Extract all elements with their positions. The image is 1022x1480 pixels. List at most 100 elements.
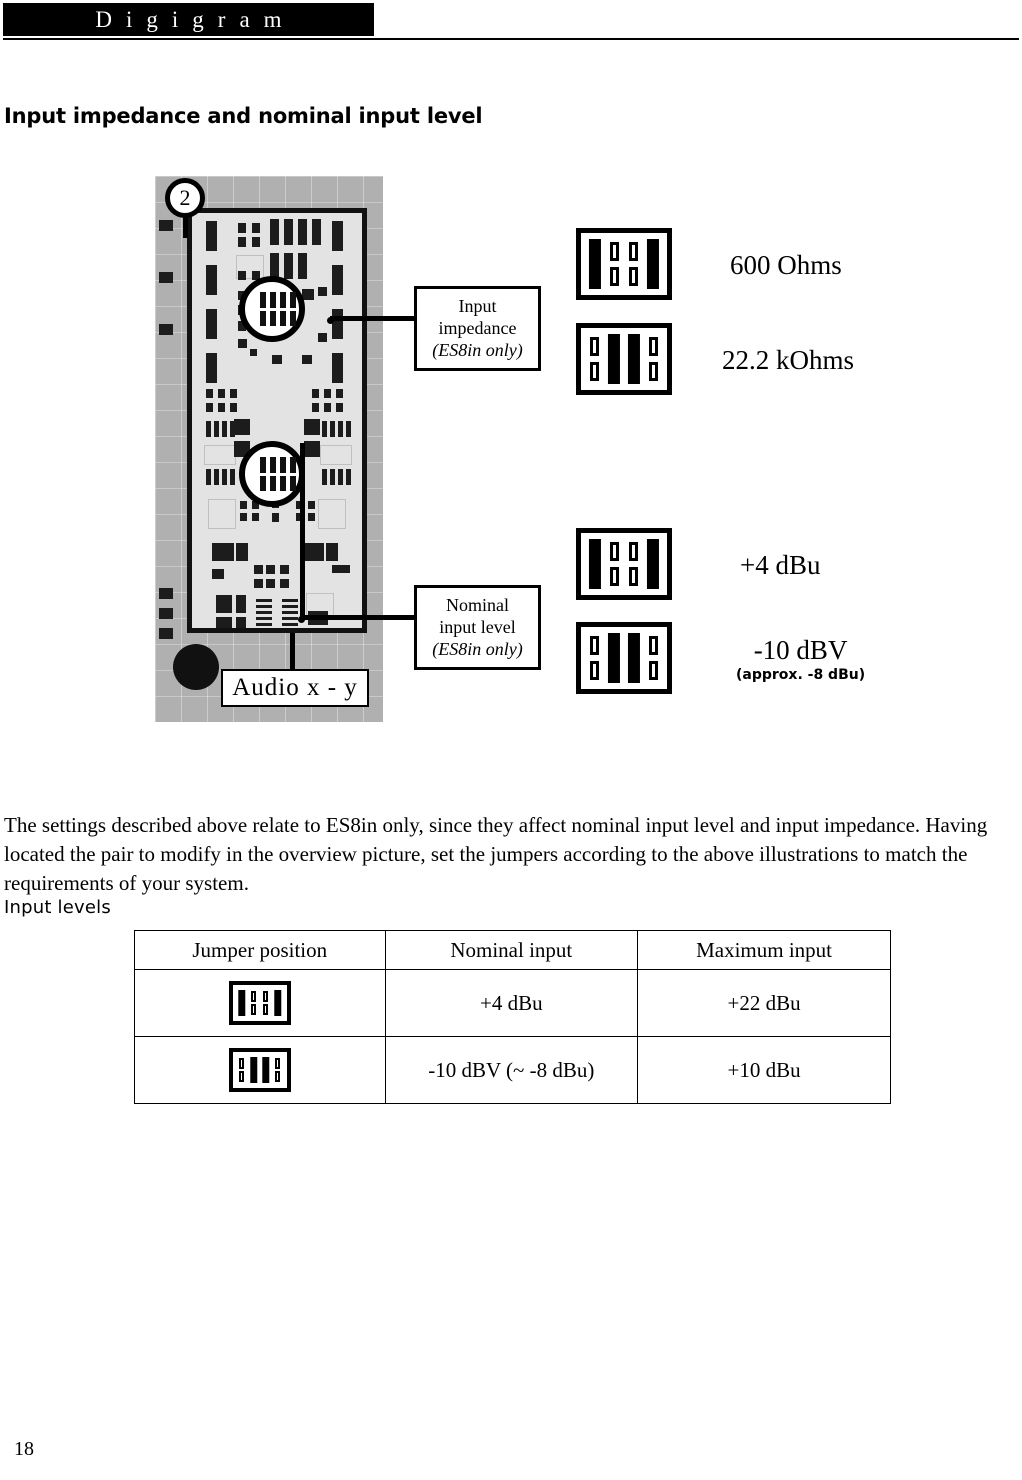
jumper-icon-grid	[585, 237, 663, 291]
jumper-option-value: 22.2 kOhms	[722, 345, 855, 375]
jumper-option-value: +4 dBu	[740, 550, 821, 580]
pcb-edge-component	[159, 324, 173, 335]
table-row: -10 dBV (~ -8 dBu) +10 dBu	[134, 1036, 891, 1104]
jumper-icon-grid	[585, 332, 663, 386]
jumper-option-value: -10 dBV	[753, 635, 848, 665]
jumper-icon-22-2-kohms	[576, 323, 672, 395]
callout-badge-2: 2	[165, 178, 205, 218]
jumper-col-4	[272, 988, 284, 1018]
leader-dot-impedance	[327, 317, 334, 324]
jumper-icon-600-ohms	[576, 228, 672, 300]
pcb-edge-component	[159, 272, 173, 283]
table-row: +4 dBu +22 dBu	[134, 969, 891, 1037]
column-header-nominal-input: Nominal input	[384, 930, 639, 970]
jumper-col-2	[605, 537, 625, 591]
callout-label-line3: (ES8in only)	[432, 639, 523, 659]
table-body: +4 dBu +22 dBu -10 dBV (~ -8 dBu) +10 dB…	[134, 969, 891, 1104]
callout-label-line2: input level	[439, 617, 516, 637]
subsection-heading-input-levels: Input levels	[4, 897, 111, 918]
body-paragraph: The settings described above relate to E…	[4, 813, 988, 895]
jumper-icon-minus-10-dbv	[576, 622, 672, 694]
callout-label-line1: Nominal	[446, 595, 509, 615]
jumper-option-label-plus-4-dbu: +4 dBu	[740, 550, 821, 581]
jumper-icon-grid	[585, 631, 663, 685]
brand-logo: Digigram	[3, 3, 374, 36]
pcb-edge-component	[159, 628, 173, 639]
jumper-col-1	[236, 988, 248, 1018]
jumper-col-4	[644, 537, 664, 591]
jumper-col-2	[605, 631, 625, 685]
jumper-icon-grid	[236, 1055, 284, 1085]
header-divider	[3, 38, 1019, 40]
page-number: 18	[14, 1438, 34, 1460]
cell-nominal-input: -10 dBV (~ -8 dBu)	[384, 1036, 639, 1104]
cell-maximum-input: +22 dBu	[637, 969, 891, 1037]
pcb-components	[192, 213, 362, 628]
jumper-col-4	[644, 332, 664, 386]
leader-dot-nominal	[298, 616, 305, 623]
pcb-edge-component	[159, 220, 173, 231]
jumper-highlight-nominal-level[interactable]	[239, 441, 305, 507]
jumper-option-label-22-2-kohms: 22.2 kOhms	[722, 345, 854, 376]
jumper-icon-grid	[585, 537, 663, 591]
jumper-col-2	[605, 332, 625, 386]
table-header: Jumper position Nominal input Maximum in…	[134, 930, 891, 970]
jumper-col-2	[248, 988, 260, 1018]
callout-label-nominal-input-level: Nominal input level (ES8in only)	[414, 585, 541, 670]
jumper-col-1	[585, 631, 605, 685]
jumper-option-note: (approx. -8 dBu)	[736, 667, 866, 683]
leader-line-impedance	[330, 316, 416, 321]
page-title: Input impedance and nominal input level	[4, 104, 483, 128]
jumper-option-value: 600 Ohms	[730, 250, 842, 280]
jumper-col-3	[624, 237, 644, 291]
jumper-col-3	[624, 332, 644, 386]
jumper-col-1	[236, 1055, 248, 1085]
callout-label-input-impedance: Input impedance (ES8in only)	[414, 286, 541, 371]
jumper-col-3	[260, 988, 272, 1018]
jumper-icon-grid	[236, 988, 284, 1018]
jumper-col-4	[272, 1055, 284, 1085]
jumper-col-1	[585, 537, 605, 591]
jumper-icon-plus-4-dbu-table	[228, 981, 291, 1025]
jumper-highlight-input-impedance[interactable]	[239, 276, 305, 342]
jumper-col-2	[248, 1055, 260, 1085]
pcb-board	[187, 208, 367, 633]
jumper-icon-wrap	[136, 981, 384, 1025]
jumper-option-label-600-ohms: 600 Ohms	[730, 250, 842, 281]
table-header-row: Jumper position Nominal input Maximum in…	[134, 930, 891, 970]
page-header: Digigram	[0, 0, 1022, 44]
cell-maximum-input: +10 dBu	[637, 1036, 891, 1104]
column-header-maximum-input: Maximum input	[637, 930, 891, 970]
jumper-col-1	[585, 332, 605, 386]
pcb-illustration: 2 Audio x - y	[155, 176, 383, 722]
jumper-col-2	[605, 237, 625, 291]
leader-line-nominal-vertical	[300, 443, 305, 618]
jumper-col-3	[260, 1055, 272, 1085]
jumper-pins	[254, 457, 302, 491]
pcb-transformer	[173, 644, 219, 690]
jumper-col-3	[624, 631, 644, 685]
jumper-col-4	[644, 237, 664, 291]
callout-label-line3: (ES8in only)	[432, 340, 523, 360]
callout-label-line2: impedance	[438, 318, 517, 338]
cell-jumper-position	[134, 969, 386, 1037]
callout-label-line1: Input	[458, 296, 497, 316]
jumper-col-1	[585, 237, 605, 291]
audio-connector-label: Audio x - y	[221, 669, 369, 707]
jumper-col-4	[644, 631, 664, 685]
jumper-col-3	[624, 537, 644, 591]
jumper-icon-minus-10-dbv-table	[228, 1048, 291, 1092]
jumper-icon-wrap	[136, 1048, 384, 1092]
audio-label-leader	[290, 633, 295, 671]
figure-jumper-settings: 2 Audio x - y Input impedance (ES8in onl…	[0, 160, 1022, 740]
pcb-edge-component	[159, 608, 173, 619]
jumper-icon-plus-4-dbu	[576, 528, 672, 600]
pcb-edge-component	[159, 588, 173, 599]
jumper-pins	[254, 292, 302, 326]
callout-leader	[183, 216, 188, 238]
jumper-option-label-minus-10-dbv: -10 dBV (approx. -8 dBu)	[736, 635, 865, 683]
column-header-jumper-position: Jumper position	[134, 930, 386, 970]
cell-nominal-input: +4 dBu	[384, 969, 639, 1037]
leader-line-nominal	[300, 615, 416, 620]
input-levels-table: Jumper position Nominal input Maximum in…	[134, 930, 891, 1104]
